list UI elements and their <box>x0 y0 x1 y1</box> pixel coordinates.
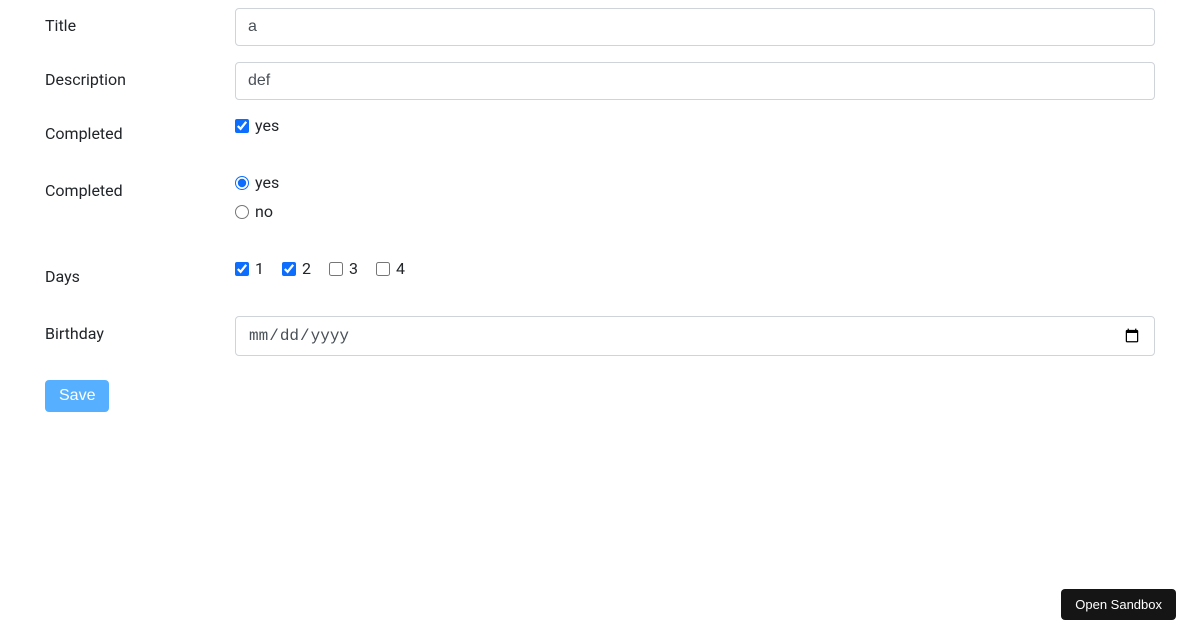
completed-checkbox-option-label: yes <box>255 116 279 135</box>
day-checkbox-3[interactable] <box>329 262 343 276</box>
form-group-birthday: Birthday <box>45 316 1155 356</box>
form-group-days: Days 1 2 3 4 <box>45 259 1155 286</box>
completed-checkbox-label: Completed <box>45 116 235 143</box>
form-group-completed-checkbox: Completed yes <box>45 116 1155 143</box>
title-input-col <box>235 8 1155 46</box>
day-label-4: 4 <box>396 259 405 278</box>
title-input[interactable] <box>235 8 1155 46</box>
completed-radio-no-label: no <box>255 202 273 221</box>
completed-radio-row-yes: yes <box>235 173 1155 192</box>
form: Title Description Completed yes Complete… <box>0 8 1200 412</box>
day-option-1: 1 <box>235 259 264 278</box>
form-group-completed-radio: Completed yes no <box>45 173 1155 229</box>
open-sandbox-button[interactable]: Open Sandbox <box>1061 589 1176 620</box>
description-label: Description <box>45 62 235 89</box>
day-option-2: 2 <box>282 259 311 278</box>
day-label-2: 2 <box>302 259 311 278</box>
form-group-description: Description <box>45 62 1155 100</box>
days-label: Days <box>45 259 235 286</box>
completed-checkbox-col: yes <box>235 116 1155 143</box>
completed-radio-label: Completed <box>45 173 235 200</box>
day-label-1: 1 <box>255 259 264 278</box>
birthday-label: Birthday <box>45 316 235 343</box>
completed-radio-col: yes no <box>235 173 1155 229</box>
day-option-3: 3 <box>329 259 358 278</box>
day-checkbox-4[interactable] <box>376 262 390 276</box>
form-group-title: Title <box>45 8 1155 46</box>
description-input[interactable] <box>235 62 1155 100</box>
day-checkbox-2[interactable] <box>282 262 296 276</box>
birthday-input[interactable] <box>235 316 1155 356</box>
completed-radio-no[interactable] <box>235 205 249 219</box>
save-button[interactable]: Save <box>45 380 109 412</box>
completed-radio-yes-label: yes <box>255 173 279 192</box>
days-col: 1 2 3 4 <box>235 259 1155 278</box>
completed-checkbox-row: yes <box>235 116 1155 135</box>
completed-radio-group: yes no <box>235 173 1155 229</box>
day-checkbox-1[interactable] <box>235 262 249 276</box>
birthday-col <box>235 316 1155 356</box>
completed-checkbox[interactable] <box>235 119 249 133</box>
day-option-4: 4 <box>376 259 405 278</box>
description-input-col <box>235 62 1155 100</box>
title-label: Title <box>45 8 235 35</box>
completed-radio-yes[interactable] <box>235 176 249 190</box>
completed-radio-row-no: no <box>235 202 1155 221</box>
days-checkbox-group: 1 2 3 4 <box>235 259 1155 278</box>
day-label-3: 3 <box>349 259 358 278</box>
